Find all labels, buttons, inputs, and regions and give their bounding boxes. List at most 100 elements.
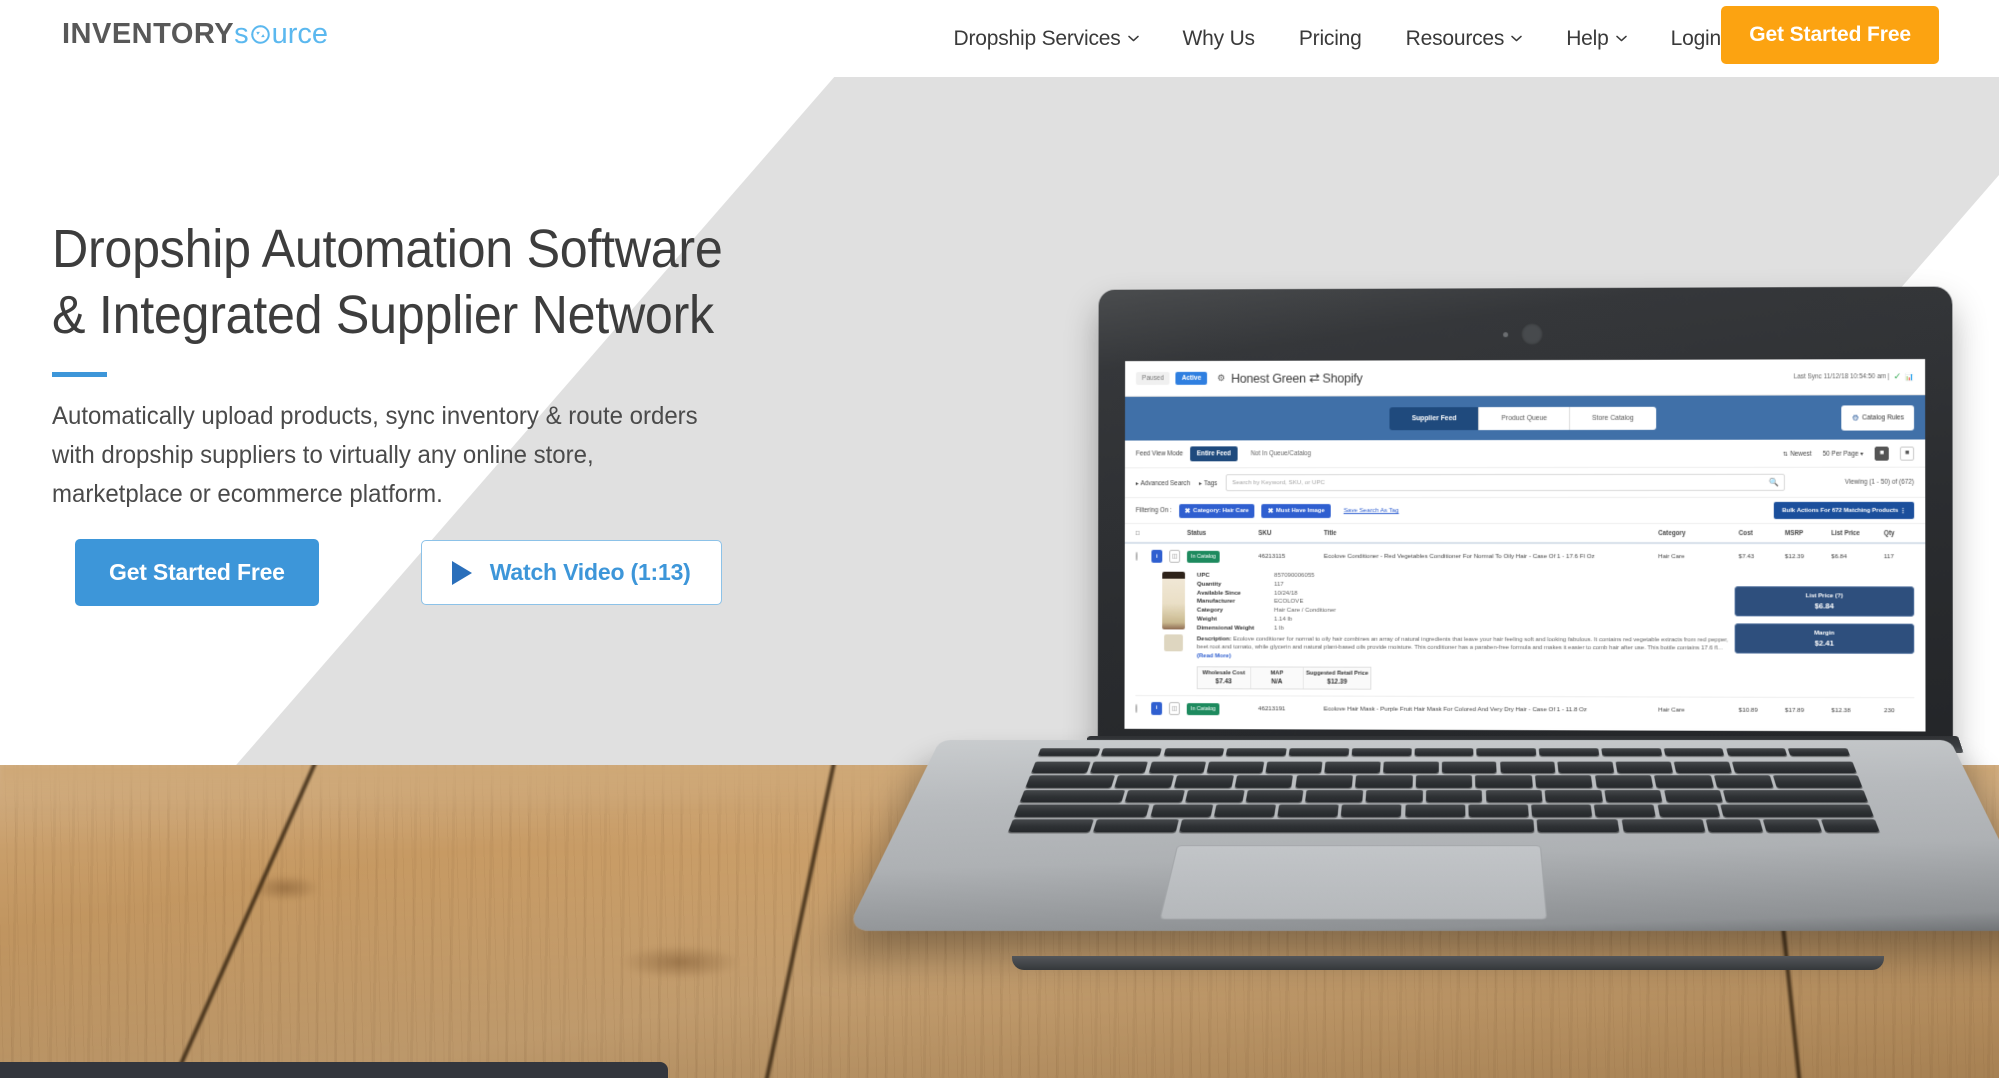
status-paused-toggle[interactable]: Paused [1135,371,1170,385]
per-page-label: 50 Per Page [1822,450,1859,458]
product-image-large[interactable] [1161,571,1185,630]
site-logo[interactable]: INVENTORYs urce [62,20,328,49]
grid-view-icon[interactable]: ■ [1899,446,1915,461]
plank-seam [159,765,334,1078]
per-page-selector[interactable]: 50 Per Page ▾ [1823,449,1864,457]
description-label: Description: [1196,636,1232,643]
price-cell: MAP N/A [1250,667,1304,689]
sort-newest-button[interactable]: ⇅ Newest [1783,449,1812,457]
keyboard-row-qwerty [1025,775,1863,788]
col-cost: Cost [1738,529,1753,537]
hero-subcopy: Automatically upload products, sync inve… [52,402,698,508]
magnifier-icon[interactable]: 🔍 [1769,478,1779,487]
save-search-link[interactable]: Save Search As Tag [1344,507,1399,514]
product-attributes: UPC 857090006055 Quantity 117 Available … [1196,572,1735,691]
nav-item-why-us[interactable]: Why Us [1161,27,1277,51]
advanced-search-toggle[interactable]: ▸ Advanced Search [1136,479,1190,487]
product-image-alt[interactable] [1163,634,1183,652]
row-qty: 230 [1883,707,1895,715]
status-active-toggle[interactable]: Active [1175,371,1208,385]
table-row[interactable]: i ◫ In Catalog 46213191 Ecolove Hair Mas… [1124,695,1926,724]
nav-label: Pricing [1298,26,1362,50]
nav-label: Dropship Services [953,26,1121,50]
row-detail-icon[interactable]: ◫ [1168,702,1187,716]
gear-icon[interactable]: ⚙ [1217,373,1225,384]
bar-chart-icon[interactable]: 📊 [1905,373,1914,381]
row-detail-icon[interactable]: ◫ [1169,549,1187,563]
status-badge-label: In Catalog [1186,703,1220,716]
search-bar: ▸ Advanced Search ▸ Tags Search by Keywo… [1124,467,1926,499]
row-sku: 46213115 [1258,552,1286,560]
tab-store-catalog[interactable]: Store Catalog [1570,406,1656,430]
nav-item-dropship-services[interactable]: Dropship Services [932,27,1161,51]
main-navigation: Dropship Services Why Us Pricing Resourc… [932,0,1743,77]
site-header: INVENTORYs urce Dropship Services Why Us … [0,0,1999,77]
webcam [1502,323,1543,346]
select-all-checkbox[interactable]: □ [1136,529,1152,536]
remove-icon[interactable]: ✖ [1268,507,1273,515]
remove-icon[interactable]: ✖ [1185,507,1190,515]
nav-item-resources[interactable]: Resources [1384,27,1545,51]
green-check-icon: ✓ [1893,371,1902,382]
watch-video-label: Watch Video (1:13) [489,559,691,585]
nav-item-pricing[interactable]: Pricing [1277,27,1384,51]
row-msrp: $17.89 [1785,706,1805,714]
hero-get-started-button[interactable]: Get Started Free [75,539,319,606]
results-count: Viewing (1 - 50) of (672) [1844,478,1915,486]
logo-text-urce: urce [271,18,329,50]
list-price-card[interactable]: List Price (?) $6.84 [1734,586,1915,617]
row-checkbox[interactable] [1135,703,1151,713]
headline-line-1: Dropship Automation Software [52,219,723,279]
row-qty: 117 [1883,553,1894,561]
tags-toggle[interactable]: ▸ Tags [1199,479,1217,487]
col-category: Category [1658,529,1686,537]
tags-label: Tags [1203,479,1218,487]
laptop-screen: Paused Active ⚙ Honest Green ⇄ Shopify L… [1124,359,1926,732]
feed-view-mode-bar: Feed View Mode Entire Feed Not In Queue/… [1124,439,1926,469]
tab-supplier-feed[interactable]: Supplier Feed [1389,406,1480,430]
laptop-trackpad[interactable] [1159,845,1548,920]
plank-seam [752,765,844,1078]
dashboard-topbar: Paused Active ⚙ Honest Green ⇄ Shopify L… [1125,359,1926,397]
table-row[interactable]: i ◫ In Catalog 46213115 Ecolove Conditio… [1124,543,1926,570]
margin-card[interactable]: Margin $2.41 [1734,623,1915,654]
footer-bar[interactable] [0,1062,668,1078]
keyboard-row-function [1036,748,1851,759]
filter-chip-has-image[interactable]: ✖ Must Have Image [1261,503,1331,518]
status-badge-label: In Catalog [1186,550,1220,563]
laptop-lid: Paused Active ⚙ Honest Green ⇄ Shopify L… [1097,286,1953,758]
catalog-rules-button[interactable]: ⚙ Catalog Rules [1841,404,1915,431]
nav-label: Resources [1405,26,1505,50]
logo-text-s: s [234,18,249,50]
header-get-started-button[interactable]: Get Started Free [1721,6,1939,64]
row-checkbox[interactable] [1135,551,1152,561]
margin-label: Margin [1814,629,1835,637]
feed-mode-not-in-queue[interactable]: Not In Queue/Catalog [1245,446,1317,461]
search-input[interactable]: Search by Keyword, SKU, or UPC 🔍 [1226,473,1786,492]
tab-product-queue[interactable]: Product Queue [1479,406,1571,430]
page-root: INVENTORYs urce Dropship Services Why Us … [0,0,1999,1078]
laptop-keyboard[interactable] [1007,748,1880,833]
price-value: $12.39 [1327,678,1348,686]
price-cell: Suggested Retail Price $12.39 [1304,668,1370,689]
attribute-value: Hair Care / Conditioner [1274,606,1336,615]
list-view-icon[interactable]: ■ [1874,446,1889,461]
row-info-icon[interactable]: i [1151,549,1169,563]
price-key: Wholesale Cost [1202,670,1246,677]
bulk-actions-button[interactable]: Bulk Actions For 672 Matching Products ⋮ [1773,501,1915,519]
attribute-key: Manufacturer [1196,598,1236,606]
filtering-on-label: Filtering On : [1135,507,1172,515]
read-more-link[interactable]: (Read More) [1197,653,1231,659]
filter-chip-category[interactable]: ✖ Category: Hair Care [1178,503,1255,518]
attribute-value: ECOLOVE [1274,598,1304,606]
row-info-icon[interactable]: i [1151,702,1169,715]
row-sku: 46213191 [1258,705,1286,713]
attribute-value: 1 lb [1274,624,1284,632]
logo-text-inventory: INVENTORY [62,18,235,50]
attribute-value: 1.14 lb [1274,615,1293,623]
filter-chip-label: Must Have Image [1276,507,1325,514]
feed-mode-entire-feed[interactable]: Entire Feed [1189,446,1238,462]
nav-item-help[interactable]: Help [1544,27,1648,51]
watch-video-button[interactable]: Watch Video (1:13) [420,540,722,605]
keyboard-row-shift [1013,804,1874,817]
